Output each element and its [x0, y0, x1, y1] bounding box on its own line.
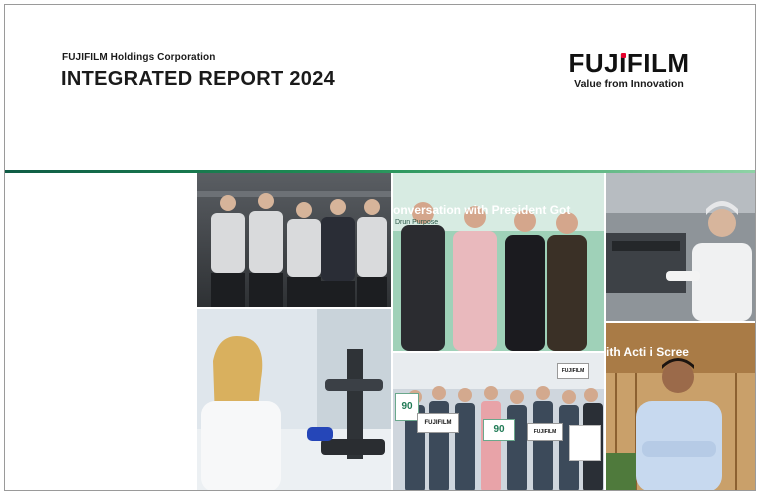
brand-block: FUJI FILM Value from Innovation — [559, 49, 699, 90]
sign-fujifilm-3-text: FUJIFILM — [561, 368, 585, 374]
company-name: FUJIFILM Holdings Corporation — [62, 52, 216, 63]
sign-fujifilm-1-text: FUJIFILM — [424, 420, 452, 426]
logo-i: I — [619, 49, 627, 77]
report-cover: FUJIFILM Holdings Corporation INTEGRATED… — [4, 4, 756, 491]
sign-90-center: 90 — [483, 419, 515, 441]
sign-heart-board — [569, 425, 601, 461]
sign-fujifilm-2: FUJIFILM — [527, 423, 563, 441]
sign-fujifilm-3: FUJIFILM — [557, 363, 589, 379]
sign-90-center-text: 90 — [493, 424, 505, 435]
event-banner-subtext: Drun Purpose — [395, 219, 439, 226]
sign-90-left-text: 90 — [401, 401, 413, 412]
photo-factory-worker — [606, 173, 755, 321]
photo-president-conversation: onversation with President Got Drun Purp… — [393, 173, 604, 351]
fujifilm-logo: FUJI FILM — [559, 49, 699, 77]
sign-90-left: 90 — [395, 393, 419, 421]
sign-fujifilm-1: FUJIFILM — [417, 413, 459, 433]
photo-lab-scientist — [197, 309, 391, 490]
logo-text-right: FILM — [626, 48, 690, 78]
logo-red-mark — [620, 53, 626, 58]
brand-tagline: Value from Innovation — [574, 78, 684, 90]
office-wall-text: ith Acti i Scree — [606, 345, 689, 359]
sign-fujifilm-2-text: FUJIFILM — [533, 429, 557, 435]
photo-anniversary-group: 90 FUJIFILM 90 FUJIFILM FUJIFILM — [393, 353, 604, 490]
report-title: INTEGRATED REPORT 2024 — [61, 68, 336, 90]
photo-office-employee: ith Acti i Scree — [606, 323, 755, 490]
logo-text-left: FUJ — [568, 48, 620, 78]
event-banner-text: onversation with President Got — [393, 203, 571, 217]
photo-factory-team — [197, 173, 391, 307]
